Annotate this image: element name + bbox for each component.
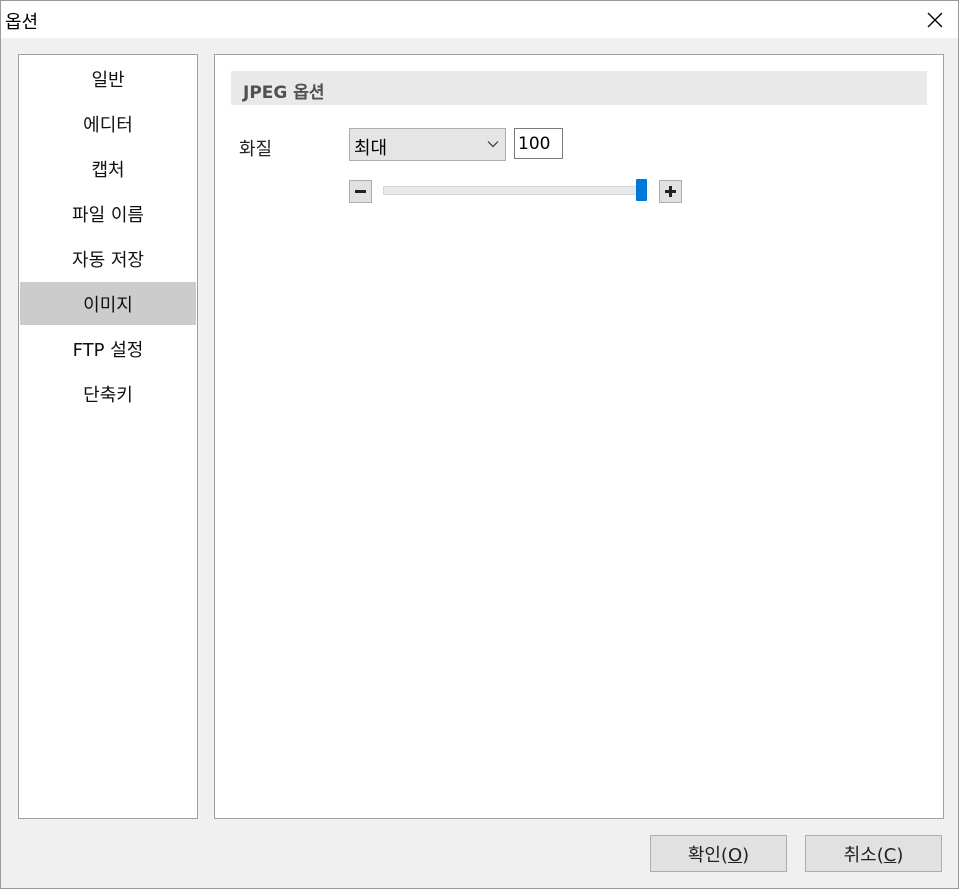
decrease-button[interactable] xyxy=(349,180,372,203)
sidebar-item-filename[interactable]: 파일 이름 xyxy=(20,192,196,235)
quality-value-input[interactable] xyxy=(514,128,563,159)
sidebar-item-ftp[interactable]: FTP 설정 xyxy=(20,327,196,370)
title-bar: 옵션 xyxy=(1,1,958,38)
ok-button[interactable]: 확인(O) xyxy=(650,835,787,872)
cancel-button[interactable]: 취소(C) xyxy=(805,835,942,872)
window-title: 옵션 xyxy=(5,12,39,33)
sidebar-item-general[interactable]: 일반 xyxy=(20,57,196,100)
sidebar-item-autosave[interactable]: 자동 저장 xyxy=(20,237,196,280)
plus-icon xyxy=(665,186,676,197)
section-header: JPEG 옵션 xyxy=(231,71,927,105)
minus-icon xyxy=(355,190,366,193)
sidebar-item-label: 일반 xyxy=(91,69,125,91)
settings-panel: JPEG 옵션 화질 최대 xyxy=(214,54,944,819)
quality-slider-thumb[interactable] xyxy=(636,179,647,201)
increase-button[interactable] xyxy=(659,180,682,203)
quality-dropdown[interactable]: 최대 xyxy=(349,128,506,161)
sidebar-item-label: 파일 이름 xyxy=(72,204,144,226)
ok-button-label: 확인(O) xyxy=(687,844,750,866)
sidebar-item-label: 이미지 xyxy=(83,294,133,316)
close-button[interactable] xyxy=(912,1,958,38)
chevron-down-icon xyxy=(487,141,499,148)
sidebar-item-label: 캡처 xyxy=(91,159,125,181)
sidebar-item-label: 에디터 xyxy=(83,114,133,136)
quality-dropdown-value: 최대 xyxy=(354,138,388,159)
category-list: 일반 에디터 캡처 파일 이름 자동 저장 이미지 FTP 설정 단축키 xyxy=(18,54,198,819)
section-title: JPEG 옵션 xyxy=(243,83,325,103)
sidebar-item-editor[interactable]: 에디터 xyxy=(20,102,196,145)
sidebar-item-label: 자동 저장 xyxy=(72,249,144,271)
sidebar-item-label: FTP 설정 xyxy=(72,339,144,361)
cancel-button-label: 취소(C) xyxy=(843,844,904,866)
sidebar-item-label: 단축키 xyxy=(83,384,133,406)
quality-slider[interactable] xyxy=(383,186,647,195)
sidebar-item-image[interactable]: 이미지 xyxy=(20,282,196,325)
sidebar-item-shortcuts[interactable]: 단축키 xyxy=(20,372,196,415)
close-icon xyxy=(927,12,943,27)
sidebar-item-capture[interactable]: 캡처 xyxy=(20,147,196,190)
quality-label: 화질 xyxy=(239,139,273,160)
options-dialog: 옵션 일반 에디터 캡처 파일 이름 자동 저장 이미지 FTP 설정 단축키 … xyxy=(0,0,959,889)
